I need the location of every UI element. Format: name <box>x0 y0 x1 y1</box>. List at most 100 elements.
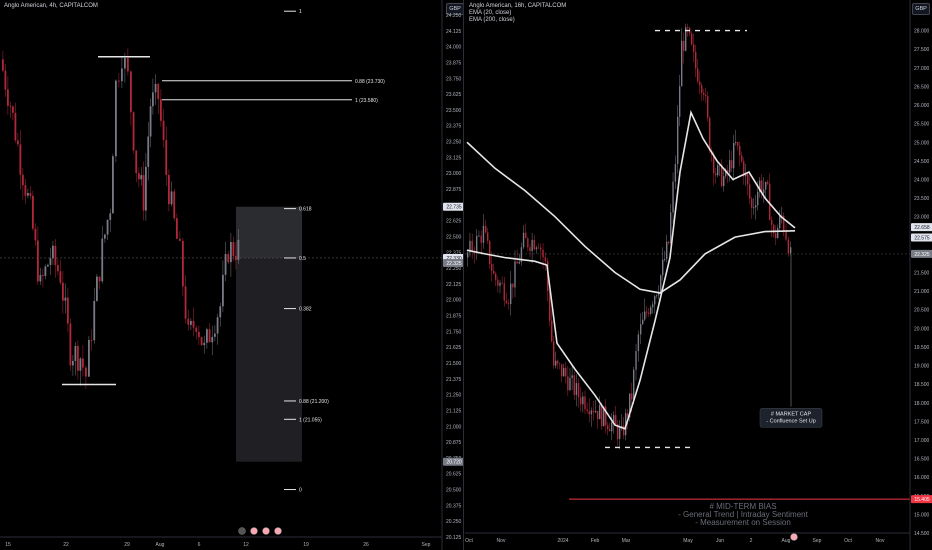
candle-body <box>203 342 206 346</box>
candle-body <box>147 136 150 167</box>
right-price-tick: 19.000 <box>914 364 930 370</box>
candle-body <box>640 324 642 335</box>
flag-icon <box>262 527 270 535</box>
left-price-tick: 24.250 <box>446 13 462 19</box>
left-chart-pane[interactable]: Anglo American, 4h, CAPITALCOM GBP 1 0.88… <box>0 0 464 550</box>
candle-body <box>39 274 42 282</box>
candle-body <box>747 173 749 185</box>
candle-body <box>729 160 731 173</box>
candle-body <box>37 240 39 282</box>
candle-body <box>482 225 485 243</box>
fib-level-label: 0.382 <box>299 307 312 313</box>
left-price-tick: 23.750 <box>446 76 462 82</box>
candle-body <box>52 245 54 259</box>
candle-body <box>101 238 104 282</box>
candle-body <box>179 238 181 241</box>
right-price-tick: 16.000 <box>914 475 930 481</box>
candle-body <box>168 174 170 205</box>
right-price-tick: 21.500 <box>914 271 930 277</box>
fib-level-label: 0.5 <box>299 256 306 262</box>
candle-body <box>64 297 67 301</box>
candle-body <box>633 369 635 400</box>
candle-body <box>644 311 646 320</box>
candle-body <box>777 228 779 239</box>
right-price-tick: 18.000 <box>914 401 930 407</box>
candle-body <box>206 329 208 343</box>
candle-body <box>49 258 52 265</box>
candle-body <box>557 360 559 364</box>
candle-body <box>476 235 478 253</box>
candle-body <box>34 228 37 241</box>
candle-body <box>544 257 547 262</box>
right-time-tick: 2 <box>750 538 753 544</box>
left-time-tick: Aug <box>156 542 165 548</box>
candle-body <box>170 191 173 205</box>
left-price-tick: 21.250 <box>446 393 462 399</box>
candle-body <box>198 331 200 338</box>
candle-body <box>586 409 588 411</box>
left-price-tick: 21.500 <box>446 361 462 367</box>
candle-body <box>599 404 601 420</box>
candle-body <box>525 232 527 239</box>
fib-level-label: 0 <box>299 488 302 494</box>
right-time-tick: Feb <box>591 538 600 544</box>
candle-body <box>775 233 777 239</box>
candle-body <box>85 367 87 377</box>
candle-body <box>505 300 508 304</box>
candle-body <box>489 240 491 265</box>
candle-body <box>96 276 98 301</box>
candle-body <box>187 318 190 325</box>
left-price-tick: 22.000 <box>446 298 462 304</box>
right-price-tick: 15.000 <box>914 512 930 518</box>
candle-body <box>601 404 603 427</box>
candle-body <box>537 247 540 249</box>
candle-body <box>121 68 123 82</box>
candle-body <box>32 195 34 229</box>
right-price-tick: 25.000 <box>914 140 930 146</box>
right-chart-pane[interactable]: Anglo American, 16h, CAPITALCOM EMA (20,… <box>465 0 932 550</box>
left-price-tick: 20.875 <box>446 440 462 446</box>
candle-body <box>485 225 487 233</box>
right-price-tick: 25.500 <box>914 122 930 128</box>
candle-body <box>672 181 674 213</box>
candle-body <box>765 181 767 190</box>
candle-body <box>222 274 224 307</box>
candle-body <box>739 145 741 156</box>
right-price-tick: 26.500 <box>914 84 930 90</box>
candle-body <box>731 160 733 169</box>
left-price-tick: 23.125 <box>446 155 462 161</box>
candle-body <box>646 311 648 313</box>
candle-body <box>82 358 84 368</box>
candle-body <box>74 346 77 361</box>
candle-body <box>674 164 677 182</box>
candle-body <box>501 282 503 284</box>
right-price-tick: 23.000 <box>914 215 930 221</box>
left-price-tick: 21.375 <box>446 377 462 383</box>
left-time-tick: 15 <box>5 542 11 548</box>
candle-body <box>757 191 759 206</box>
candle-body <box>577 383 580 398</box>
candle-body <box>771 220 773 225</box>
candle-body <box>741 155 743 162</box>
candle-body <box>487 232 489 241</box>
candle-body <box>165 139 168 175</box>
candle-body <box>90 339 93 341</box>
candle-body <box>29 193 32 196</box>
left-time-tick: 29 <box>124 542 130 548</box>
candle-body <box>666 241 668 260</box>
candle-body <box>553 341 555 366</box>
right-price-tick: 14.500 <box>914 531 930 537</box>
candle-body <box>142 175 145 211</box>
candle-body <box>232 242 235 257</box>
candle-body <box>652 304 654 308</box>
candle-body <box>535 247 538 250</box>
right-price-tick: 21.000 <box>914 289 930 295</box>
right-time-tick: Nov <box>876 538 885 544</box>
candle-body <box>683 40 685 51</box>
candle-body <box>224 253 227 275</box>
left-price-tick: 24.000 <box>446 45 462 51</box>
candle-body <box>109 213 112 220</box>
left-price-badge: 22.325 <box>446 261 462 267</box>
candle-body <box>235 256 237 260</box>
candle-body <box>565 367 567 377</box>
